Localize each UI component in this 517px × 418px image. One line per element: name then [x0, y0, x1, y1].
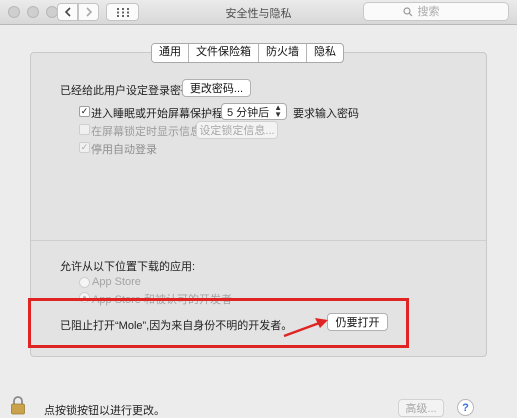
advanced-button[interactable]: 高级...: [398, 399, 444, 417]
search-field[interactable]: [363, 2, 509, 21]
app-store-label: App Store: [92, 276, 141, 288]
tab-filevault[interactable]: 文件保险箱: [188, 44, 258, 62]
title-bar: 安全性与隐私: [0, 0, 517, 25]
require-password-suffix: 要求输入密码: [293, 108, 359, 120]
tab-firewall[interactable]: 防火墙: [258, 44, 306, 62]
set-lock-message-button[interactable]: 设定锁定信息...: [196, 121, 278, 139]
lock-icon[interactable]: [10, 396, 26, 415]
app-store-radio[interactable]: [79, 277, 90, 288]
search-icon: [402, 6, 412, 16]
search-input[interactable]: [415, 4, 470, 19]
divider: [31, 240, 486, 241]
change-password-button[interactable]: 更改密码...: [182, 79, 251, 97]
disable-auto-login-checkbox[interactable]: ✓: [79, 142, 90, 153]
password-set-label: 已经给此用户设定登录密码: [60, 85, 192, 97]
require-password-checkbox[interactable]: ✓: [79, 106, 90, 117]
password-delay-value: 5 分钟后: [227, 106, 270, 119]
require-password-label: 进入睡眠或开始屏幕保护程序: [91, 108, 234, 120]
lock-instruction: 点按锁按钮以进行更改。: [44, 405, 165, 417]
tab-bar: 通用 文件保险箱 防火墙 隐私: [151, 43, 344, 63]
disable-auto-login-label: 停用自动登录: [91, 144, 157, 156]
tab-privacy[interactable]: 隐私: [306, 44, 343, 62]
downloads-heading: 允许从以下位置下载的应用:: [60, 261, 196, 273]
help-button[interactable]: ?: [457, 399, 474, 416]
tab-general[interactable]: 通用: [152, 44, 188, 62]
chevron-updown-icon: ▲ ▼: [274, 103, 282, 119]
highlight-box: [28, 298, 409, 348]
password-delay-select[interactable]: 5 分钟后 ▲ ▼: [221, 103, 287, 120]
show-message-label: 在屏幕锁定时显示信息: [91, 126, 201, 138]
show-message-checkbox[interactable]: [79, 124, 90, 135]
